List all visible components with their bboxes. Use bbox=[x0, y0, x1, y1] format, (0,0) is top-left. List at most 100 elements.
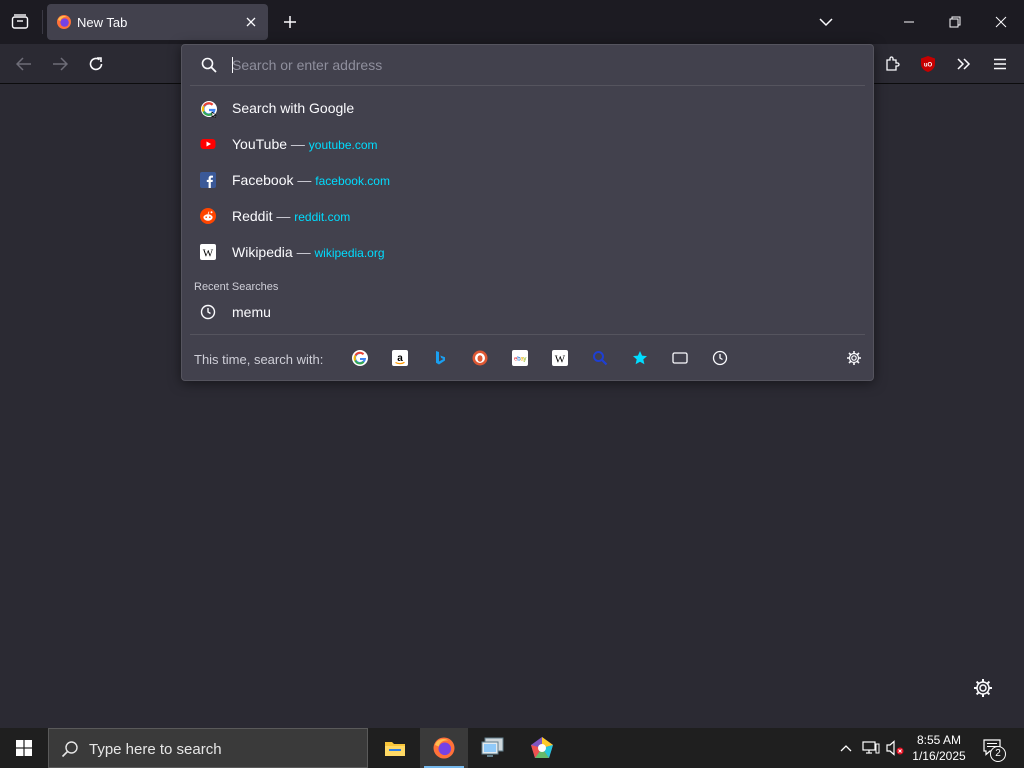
notification-count-badge: 2 bbox=[990, 746, 1006, 762]
tab-title: New Tab bbox=[77, 15, 128, 30]
oneoff-google-button[interactable] bbox=[348, 346, 372, 370]
overflow-chevron-icon bbox=[957, 58, 971, 70]
taskbar-firefox[interactable] bbox=[420, 728, 468, 768]
back-button[interactable] bbox=[10, 50, 38, 78]
close-tab-button[interactable] bbox=[243, 14, 259, 30]
tabstrip-divider bbox=[42, 10, 43, 34]
oneoff-amazon-button[interactable]: a bbox=[388, 346, 412, 370]
show-hidden-icons-button[interactable] bbox=[836, 728, 856, 768]
oneoff-wikipedia-button[interactable]: W bbox=[548, 346, 572, 370]
restore-window-button[interactable] bbox=[932, 0, 978, 44]
shortcut-wikipedia[interactable]: W Wikipedia — wikipedia.org bbox=[188, 235, 867, 269]
shortcut-facebook[interactable]: Facebook — facebook.com bbox=[188, 163, 867, 197]
network-button[interactable] bbox=[860, 728, 882, 768]
google-icon bbox=[200, 100, 217, 118]
history-clock-icon bbox=[200, 304, 216, 320]
amazon-icon: a bbox=[392, 350, 408, 366]
shortcut-url: youtube.com bbox=[308, 138, 378, 152]
text-caret bbox=[232, 57, 233, 73]
duckduckgo-icon bbox=[472, 350, 488, 366]
shortcut-youtube[interactable]: YouTube — youtube.com bbox=[188, 127, 867, 161]
shortcut-name: YouTube bbox=[232, 136, 288, 152]
svg-text:W: W bbox=[555, 354, 566, 366]
file-explorer-icon bbox=[385, 742, 405, 756]
ebay-icon: ebay bbox=[512, 350, 528, 366]
taskbar-app-pentagon[interactable] bbox=[518, 728, 566, 768]
minimize-window-button[interactable] bbox=[886, 0, 932, 44]
wikipedia-icon: W bbox=[200, 244, 216, 260]
oneoff-history-button[interactable] bbox=[708, 346, 732, 370]
new-tab-button[interactable] bbox=[278, 10, 302, 34]
volume-button[interactable] bbox=[884, 728, 906, 768]
svg-text:a: a bbox=[397, 353, 403, 364]
youtube-icon bbox=[200, 136, 216, 152]
close-window-icon bbox=[995, 16, 1007, 28]
ublock-origin-button[interactable]: uO bbox=[914, 50, 942, 78]
urlbar-divider bbox=[190, 85, 865, 86]
firefox-icon bbox=[433, 737, 455, 759]
shortcut-url: wikipedia.org bbox=[314, 246, 385, 260]
windows-taskbar: Type here to search 8:55 AM 1/16/2025 bbox=[0, 728, 1024, 768]
oneoff-divider bbox=[190, 334, 865, 335]
urlbar-dropdown: Search with Google YouTube — youtube.com… bbox=[181, 44, 874, 381]
oneoff-ebay-button[interactable]: ebay bbox=[508, 346, 532, 370]
overflow-menu-button[interactable] bbox=[950, 50, 978, 78]
taskbar-search-box[interactable]: Type here to search bbox=[48, 728, 368, 768]
volume-muted-icon bbox=[886, 740, 904, 756]
address-input[interactable] bbox=[232, 53, 852, 77]
list-all-tabs-button[interactable] bbox=[6, 8, 34, 36]
oneoff-search-shortcuts-button[interactable] bbox=[588, 346, 612, 370]
close-window-button[interactable] bbox=[978, 0, 1024, 44]
result-search-with-google[interactable]: Search with Google bbox=[188, 91, 867, 125]
minimize-icon bbox=[904, 21, 914, 23]
list-all-tabs-icon bbox=[11, 14, 29, 29]
forward-button[interactable] bbox=[46, 50, 74, 78]
shortcut-name: Reddit bbox=[232, 208, 273, 224]
search-shortcuts-icon bbox=[593, 351, 608, 366]
oneoff-bing-button[interactable] bbox=[428, 346, 452, 370]
list-tabs-dropdown-button[interactable] bbox=[812, 10, 840, 34]
reload-button[interactable] bbox=[82, 50, 110, 78]
shortcut-reddit[interactable]: Reddit — reddit.com bbox=[188, 199, 867, 233]
windows-logo-icon bbox=[16, 740, 32, 756]
search-settings-button[interactable] bbox=[842, 346, 866, 370]
shortcut-url: facebook.com bbox=[315, 174, 390, 188]
oneoff-duckduckgo-button[interactable] bbox=[468, 346, 492, 370]
gear-icon bbox=[847, 351, 861, 365]
extensions-icon bbox=[886, 56, 900, 71]
start-button[interactable] bbox=[0, 728, 48, 768]
oneoff-tabs-button[interactable] bbox=[668, 346, 692, 370]
separator-dash: — bbox=[296, 244, 311, 260]
oneoff-bookmarks-button[interactable] bbox=[628, 346, 652, 370]
shortcut-name: Wikipedia bbox=[232, 244, 293, 260]
tabs-icon bbox=[672, 352, 688, 364]
gear-icon bbox=[974, 679, 992, 697]
ublock-origin-icon: uO bbox=[921, 56, 935, 72]
taskbar-remote-desktop[interactable] bbox=[469, 728, 517, 768]
google-icon bbox=[352, 350, 368, 366]
history-icon bbox=[712, 350, 728, 366]
extensions-button[interactable] bbox=[878, 50, 906, 78]
app-pentagon-icon bbox=[531, 737, 553, 758]
firefox-icon bbox=[56, 14, 72, 30]
recent-search-item[interactable]: memu bbox=[188, 295, 867, 329]
app-menu-button[interactable] bbox=[986, 50, 1014, 78]
plus-icon bbox=[284, 16, 296, 28]
svg-text:W: W bbox=[203, 248, 214, 260]
chevron-down-icon bbox=[819, 18, 833, 27]
svg-text:y: y bbox=[523, 357, 526, 363]
forward-arrow-icon bbox=[53, 57, 68, 71]
urlbar bbox=[182, 45, 873, 85]
one-off-search-row: This time, search with: a ebay W bbox=[182, 341, 873, 375]
recent-search-label: memu bbox=[232, 304, 271, 320]
close-icon bbox=[246, 17, 256, 27]
tab-new-tab[interactable]: New Tab bbox=[47, 4, 268, 40]
reddit-icon bbox=[200, 208, 216, 224]
taskbar-file-explorer[interactable] bbox=[371, 728, 419, 768]
bookmarks-star-icon bbox=[633, 351, 647, 365]
remote-desktop-icon bbox=[481, 737, 504, 757]
reload-icon bbox=[89, 57, 103, 71]
new-tab-settings-button[interactable] bbox=[972, 677, 994, 699]
taskbar-clock[interactable]: 8:55 AM 1/16/2025 bbox=[906, 732, 972, 764]
tab-strip: New Tab bbox=[0, 0, 1024, 44]
